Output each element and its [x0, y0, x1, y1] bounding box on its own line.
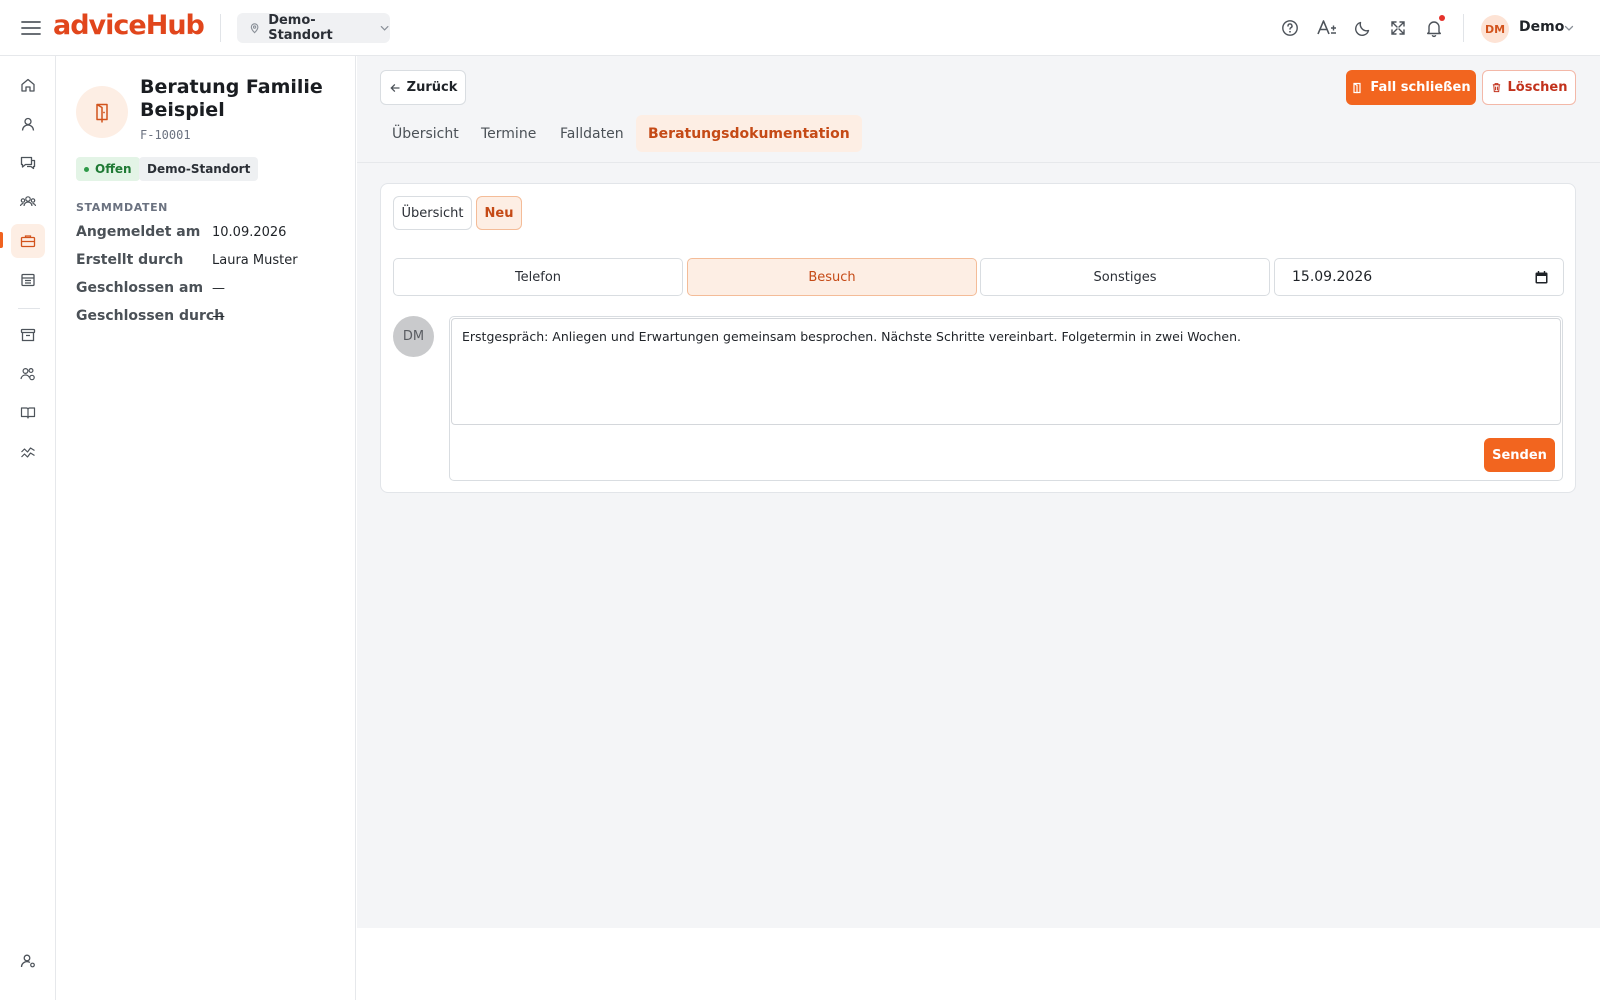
delete-button-label: Löschen [1507, 80, 1568, 95]
date-field[interactable]: 15.09.2026 [1274, 258, 1564, 296]
case-title: Beratung Familie Beispiel [140, 76, 323, 121]
calendar-icon[interactable] [1534, 270, 1549, 285]
tab-overview[interactable]: Übersicht [380, 115, 471, 152]
field-label: Geschlossen am [76, 280, 204, 296]
tab-appointments[interactable]: Termine [469, 115, 548, 152]
location-selector[interactable]: Demo-Standort [237, 13, 390, 43]
person-icon[interactable] [11, 107, 45, 141]
home-icon[interactable] [11, 68, 45, 102]
section-label: STAMMDATEN [76, 201, 168, 214]
avatar[interactable]: DM [1481, 15, 1509, 43]
analytics-icon[interactable] [11, 435, 45, 469]
divider [1463, 14, 1464, 42]
subtab-new[interactable]: Neu [476, 196, 522, 230]
contact-type-other[interactable]: Sonstiges [980, 258, 1270, 296]
notification-dot [1439, 15, 1445, 21]
chevron-down-icon [380, 25, 389, 31]
field-label: Angemeldet am [76, 224, 201, 240]
back-button-label: Zurück [406, 80, 458, 95]
tab-case-data[interactable]: Falldaten [548, 115, 636, 152]
status-dot [84, 166, 89, 172]
bell-icon[interactable] [1424, 18, 1444, 38]
trash-icon [1492, 83, 1500, 93]
back-button[interactable]: Zurück [380, 70, 466, 105]
tab-counseling-documentation[interactable]: Beratungsdokumentation [636, 115, 862, 152]
font-size-icon[interactable] [1316, 18, 1338, 38]
user-settings-icon[interactable] [11, 944, 45, 978]
divider [220, 14, 221, 42]
door-icon [1353, 82, 1362, 93]
field-label: Geschlossen durch [76, 308, 225, 324]
status-badge-label: Offen [95, 162, 132, 176]
app-logo[interactable]: adviceHub [53, 10, 205, 41]
users-settings-icon[interactable] [11, 357, 45, 391]
delete-button[interactable]: Löschen [1482, 70, 1576, 105]
avatar: DM [393, 316, 434, 357]
contact-type-phone[interactable]: Telefon [393, 258, 683, 296]
location-selector-label: Demo-Standort [268, 13, 333, 43]
case-icon [76, 86, 128, 138]
field-value: — [212, 281, 225, 296]
briefcase-icon[interactable] [11, 224, 45, 258]
top-bar: adviceHub Demo-Standort DM Demo [0, 0, 1600, 56]
note-textarea[interactable]: Erstgespräch: Anliegen und Erwartungen g… [451, 318, 1561, 425]
close-case-button[interactable]: Fall schließen [1346, 70, 1476, 105]
subtab-overview[interactable]: Übersicht [393, 196, 472, 230]
field-value: Laura Muster [212, 253, 298, 268]
field-value: — [212, 309, 225, 324]
menu-icon[interactable] [20, 17, 42, 39]
status-badge: Offen [76, 157, 140, 181]
location-badge: Demo-Standort [139, 157, 259, 181]
fullscreen-icon[interactable] [1388, 18, 1408, 38]
date-field-value: 15.09.2026 [1292, 269, 1373, 285]
help-icon[interactable] [1280, 18, 1300, 38]
divider [18, 308, 40, 309]
book-icon[interactable] [11, 396, 45, 430]
calendar-icon[interactable] [11, 263, 45, 297]
map-pin-icon [250, 23, 259, 34]
field-value: 10.09.2026 [212, 225, 287, 240]
chevron-down-icon[interactable] [1563, 22, 1575, 34]
main-footer-area [357, 928, 1600, 1000]
case-id: F-10001 [140, 128, 191, 142]
contact-type-visit[interactable]: Besuch [687, 258, 977, 296]
nav-rail [0, 56, 56, 1000]
field-label: Erstellt durch [76, 252, 184, 268]
active-indicator [0, 232, 3, 248]
close-case-button-label: Fall schließen [1370, 80, 1471, 95]
dark-mode-icon[interactable] [1353, 18, 1373, 38]
chat-icon[interactable] [11, 146, 45, 180]
send-button[interactable]: Senden [1484, 438, 1555, 472]
user-name[interactable]: Demo [1519, 19, 1564, 35]
archive-icon[interactable] [11, 318, 45, 352]
case-side-panel: Beratung Familie Beispiel F-10001 Offen … [56, 56, 356, 1000]
arrow-left-icon [390, 83, 400, 92]
group-icon[interactable] [11, 185, 45, 219]
